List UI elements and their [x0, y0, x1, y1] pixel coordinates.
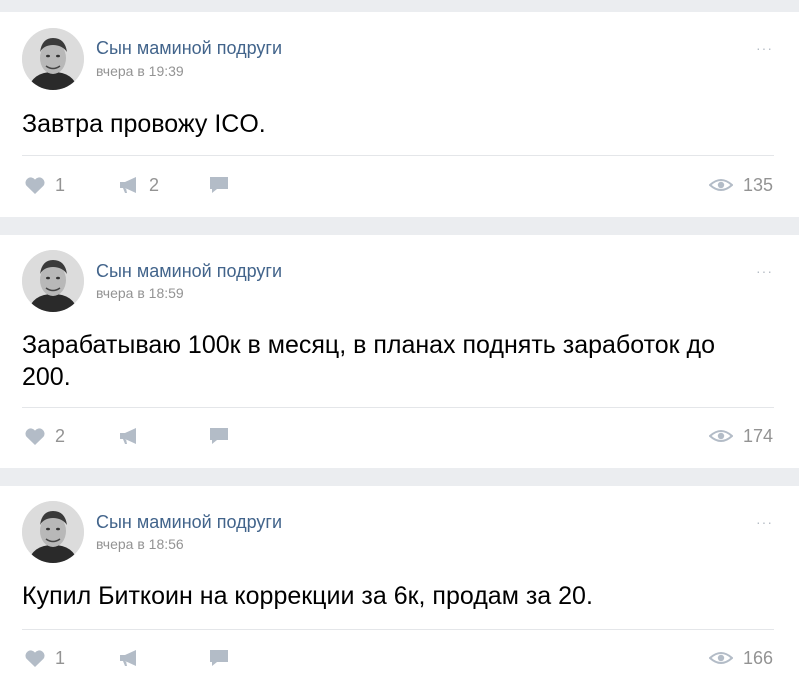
eye-icon [708, 179, 733, 191]
repost-button[interactable] [118, 421, 149, 451]
divider [22, 155, 774, 156]
more-options-icon[interactable]: ··· [756, 514, 773, 530]
comment-icon [210, 428, 228, 444]
post-actions: 1 166 [0, 643, 799, 673]
post-time[interactable]: вчера в 18:56 [96, 536, 184, 552]
post-3: Сын маминой подруги вчера в 18:56 ··· Ку… [0, 486, 799, 691]
eye-icon [708, 430, 733, 442]
views-counter: 166 [708, 643, 773, 673]
like-button[interactable]: 1 [24, 643, 65, 673]
post-text: Зарабатываю 100к в месяц, в планах подня… [22, 331, 716, 391]
like-count: 1 [55, 647, 66, 668]
megaphone-icon [120, 650, 136, 666]
post-time[interactable]: вчера в 19:39 [96, 63, 184, 79]
heart-icon [25, 649, 45, 667]
author-name[interactable]: Сын маминой подруги [96, 512, 282, 533]
post-2: Сын маминой подруги вчера в 18:59 ··· За… [0, 235, 799, 468]
post-actions: 1 2 135 [0, 170, 799, 200]
repost-button[interactable]: 2 [118, 170, 159, 200]
post-time[interactable]: вчера в 18:59 [96, 285, 184, 301]
more-options-icon[interactable]: ··· [756, 40, 773, 56]
views-count: 135 [742, 174, 773, 195]
post-actions: 2 174 [0, 421, 799, 451]
comment-icon [210, 177, 228, 193]
divider [22, 629, 774, 630]
views-count: 166 [742, 647, 773, 668]
author-name[interactable]: Сын маминой подруги [96, 38, 282, 59]
avatar[interactable] [22, 501, 84, 563]
views-counter: 174 [708, 421, 773, 451]
comment-icon [210, 650, 228, 666]
megaphone-icon [120, 177, 136, 193]
like-button[interactable]: 1 [24, 170, 65, 200]
heart-icon [25, 427, 45, 445]
divider [22, 407, 774, 408]
post-text: Завтра провожу ICO. [22, 110, 266, 138]
comment-button[interactable] [208, 421, 230, 451]
heart-icon [25, 176, 45, 194]
repost-button[interactable] [118, 643, 149, 673]
eye-icon [708, 652, 733, 664]
avatar[interactable] [22, 28, 84, 90]
post-text: Купил Биткоин на коррекции за 6к, продам… [22, 582, 593, 610]
views-counter: 135 [708, 170, 773, 200]
comment-button[interactable] [208, 170, 230, 200]
like-button[interactable]: 2 [24, 421, 65, 451]
like-count: 2 [55, 425, 66, 446]
post-1: Сын маминой подруги вчера в 19:39 ··· За… [0, 12, 799, 217]
megaphone-icon [120, 428, 136, 444]
more-options-icon[interactable]: ··· [756, 263, 773, 279]
comment-button[interactable] [208, 643, 230, 673]
avatar[interactable] [22, 250, 84, 312]
like-count: 1 [55, 174, 66, 195]
author-name[interactable]: Сын маминой подруги [96, 261, 282, 282]
repost-count: 2 [149, 174, 160, 195]
views-count: 174 [742, 425, 773, 446]
